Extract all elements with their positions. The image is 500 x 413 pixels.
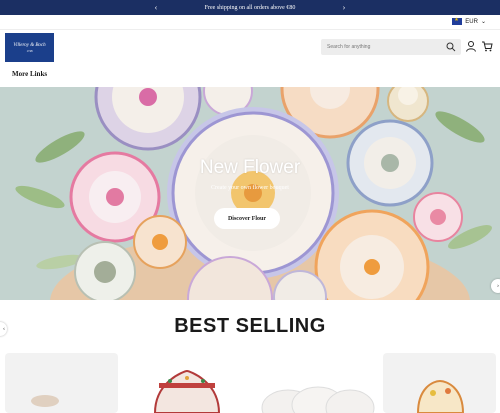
discover-button[interactable]: Discover Flour <box>214 208 280 229</box>
brand-logo[interactable]: Villeroy & Boch 1748 <box>5 33 54 62</box>
hero-title: New Flower <box>199 157 301 178</box>
utility-bar: EUR ⌄ <box>0 15 500 30</box>
chevron-down-icon: ⌄ <box>480 19 486 25</box>
product-card[interactable] <box>383 353 496 413</box>
chevron-left-icon[interactable]: ‹ <box>146 0 166 15</box>
product-image <box>416 379 465 413</box>
best-selling-title: BEST SELLING <box>174 315 326 337</box>
announcement-bar: ‹ Free shipping on all orders above €80 … <box>0 0 500 15</box>
carousel-next-button[interactable]: › <box>491 279 500 293</box>
chevron-left-icon: ‹ <box>3 326 5 332</box>
user-icon[interactable] <box>465 40 477 52</box>
logo-text: Villeroy & Boch <box>13 42 46 48</box>
currency-selector[interactable]: EUR ⌄ <box>452 17 486 25</box>
search-input[interactable]: Search for anything <box>321 39 461 55</box>
currency-label: EUR <box>465 18 478 25</box>
search-placeholder: Search for anything <box>327 44 371 50</box>
announcement-text: Free shipping on all orders above €80 <box>204 4 296 11</box>
product-image <box>153 369 221 413</box>
hero-image <box>0 87 500 300</box>
product-card[interactable] <box>258 353 376 413</box>
product-card[interactable] <box>5 353 118 413</box>
hero-banner <box>0 87 500 300</box>
chevron-right-icon: › <box>497 283 499 289</box>
product-image <box>261 386 375 413</box>
cart-icon[interactable] <box>481 40 493 52</box>
chevron-right-icon[interactable]: › <box>334 0 354 15</box>
logo-since: 1748 <box>26 48 33 53</box>
hero-subtitle: Create your own flower bouquet <box>211 185 289 191</box>
product-card[interactable] <box>125 353 251 413</box>
search-icon[interactable] <box>446 42 456 52</box>
product-image <box>31 395 59 407</box>
more-links-nav[interactable]: More Links <box>12 70 47 78</box>
eu-flag-icon <box>452 17 463 25</box>
